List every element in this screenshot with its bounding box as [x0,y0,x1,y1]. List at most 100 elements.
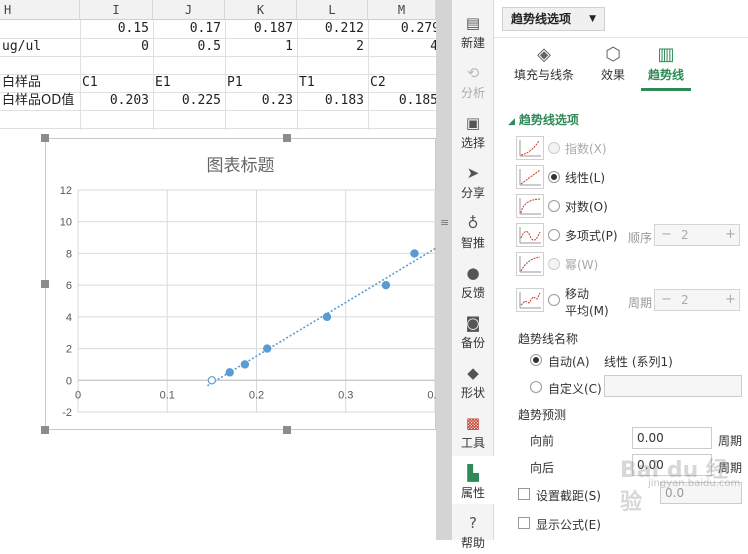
plus-icon[interactable]: + [725,227,736,242]
cell-j2[interactable]: 0.5 [153,38,225,56]
cell-i1[interactable]: 0.15 [80,20,153,38]
analysis-icon: ⟲ [466,64,480,82]
custom-name-input[interactable] [604,375,742,397]
panel-header: 趋势线选项 ▼ [494,0,748,38]
cell-i2[interactable]: 0 [80,38,153,56]
cell-k1[interactable]: 0.187 [225,20,297,38]
toolbar-share[interactable]: ➤ 分享 [452,156,494,204]
toolbar-properties[interactable]: ▙ 属性 [452,456,494,504]
tools-icon: ▩ [465,414,481,432]
tab-fill-line[interactable]: ◈ 填充与线条 [504,42,584,92]
linear-thumb-icon [516,165,544,189]
tab-trendline[interactable]: ▥ 趋势线 [641,42,691,92]
cell-m1[interactable]: 0.279 [368,20,436,38]
cell-h5[interactable]: 白样品OD值 [0,92,80,110]
option-logarithmic[interactable]: 对数(O) [516,194,741,220]
resize-handle-ml[interactable] [41,280,49,288]
splitter-grip-icon[interactable]: ≡ [440,217,449,228]
auto-name-label[interactable]: 自动(A) [548,353,590,370]
forecast-heading: 趋势预测 [518,408,567,422]
resize-handle-bc[interactable] [283,426,291,434]
forward-input[interactable]: 0.00 [632,427,712,449]
resize-handle-bl[interactable] [41,426,49,434]
cell-l1[interactable]: 0.212 [297,20,368,38]
period-stepper[interactable]: − 2 + [654,289,740,311]
radio-moving-average[interactable] [548,294,560,306]
radio-custom-name[interactable] [530,381,542,393]
option-power[interactable]: 幂(W) [516,252,741,278]
period-label: 周期 [628,296,653,310]
cell-j4[interactable]: E1 [153,74,225,92]
polynomial-thumb-icon [516,223,544,247]
cell-i4[interactable]: C1 [80,74,153,92]
section-trendline-options[interactable]: ◢ 趋势线选项 [508,111,579,128]
toolbar-tools[interactable]: ▩ 工具 [452,406,494,454]
watermark-url: jingyan.baidu.com [648,478,741,489]
resize-handle-tl[interactable] [41,134,49,142]
option-linear[interactable]: 线性(L) [516,165,741,191]
show-formula-checkbox[interactable] [518,517,530,529]
select-icon: ▣ [465,114,481,132]
cell-l2[interactable]: 2 [297,38,368,56]
chart-object[interactable]: 图表标题 -202468101200.10.20.30.4 [45,138,436,430]
toolbar-analysis[interactable]: ⟲ 分析 [452,56,494,104]
power-thumb-icon [516,252,544,276]
y-tick-label: 8 [66,248,72,260]
radio-auto-name[interactable] [530,354,542,366]
column-header-k[interactable]: K [225,0,297,20]
cell-h4[interactable]: 白样品 [0,74,80,92]
spreadsheet-area[interactable]: H I J K L M 0.15 0.17 0.187 0.212 0.279 … [0,0,436,540]
radio-power[interactable] [548,258,560,270]
cell-j5[interactable]: 0.225 [153,92,225,110]
radio-exponential[interactable] [548,142,560,154]
minus-icon[interactable]: − [661,227,672,242]
cell-m2[interactable]: 4 [368,38,436,56]
toolbar-help[interactable]: ? 帮助 [452,506,494,554]
column-header-h[interactable]: H [0,0,80,20]
cell-k4[interactable]: P1 [225,74,297,92]
show-formula-label[interactable]: 显示公式(E) [536,516,601,533]
tab-effects[interactable]: ⬡ 效果 [592,42,634,92]
trendline-options-dropdown[interactable]: 趋势线选项 ▼ [502,7,605,31]
radio-linear[interactable] [548,171,560,183]
cell-k5[interactable]: 0.23 [225,92,297,110]
cell-k2[interactable]: 1 [225,38,297,56]
plus-icon[interactable]: + [725,292,736,307]
toolbar-select[interactable]: ▣ 选择 [452,106,494,154]
option-exponential[interactable]: 指数(X) [516,136,741,162]
cell-h2[interactable]: ug/ul [0,38,80,56]
column-header-i[interactable]: I [80,0,153,20]
toolbar-shape[interactable]: ◆ 形状 [452,356,494,404]
column-header-j[interactable]: J [153,0,225,20]
plot-area[interactable]: -202468101200.10.20.30.4 [46,139,436,431]
cell-l4[interactable]: T1 [297,74,368,92]
help-icon: ? [469,514,477,532]
toolbar-feedback[interactable]: ● 反馈 [452,256,494,304]
x-tick-label: 0.3 [338,389,353,401]
intercept-label[interactable]: 设置截距(S) [536,487,601,504]
pane-splitter[interactable] [436,0,452,540]
cell-m4[interactable]: C2 [368,74,436,92]
toolbar-new[interactable]: ▤ 新建 [452,6,494,54]
cell-i5[interactable]: 0.203 [80,92,153,110]
toolbar-smart[interactable]: ♁ 智推 [452,206,494,254]
resize-handle-tc[interactable] [283,134,291,142]
column-header-l[interactable]: L [297,0,368,20]
data-point [207,376,217,385]
trendline-name-heading: 趋势线名称 [518,332,579,346]
intercept-checkbox[interactable] [518,488,530,500]
cell-m5[interactable]: 0.185 [368,92,436,110]
radio-logarithmic[interactable] [548,200,560,212]
radio-polynomial[interactable] [548,229,560,241]
custom-name-label[interactable]: 自定义(C) [548,380,602,397]
cell-l5[interactable]: 0.183 [297,92,368,110]
logarithmic-thumb-icon [516,194,544,218]
y-tick-label: 4 [66,312,72,324]
minus-icon[interactable]: − [661,292,672,307]
column-header-m[interactable]: M [368,0,436,20]
toolbar-backup[interactable]: ◙ 备份 [452,306,494,354]
forward-label: 向前 [530,434,555,448]
order-stepper[interactable]: − 2 + [654,224,740,246]
x-tick-label: 0.4 [427,389,436,401]
cell-j1[interactable]: 0.17 [153,20,225,38]
